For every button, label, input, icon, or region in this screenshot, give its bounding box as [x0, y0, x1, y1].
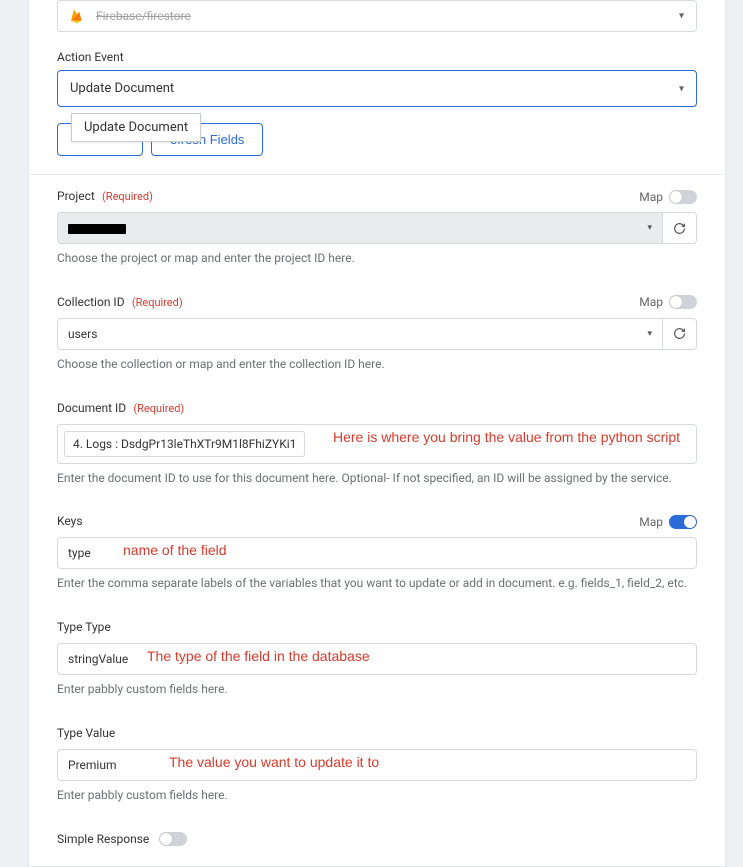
refresh-project-button[interactable] [663, 212, 697, 244]
collection-help: Choose the collection or map and enter t… [57, 356, 697, 373]
field-project: Project (Required) Map ▾ Choose the proj… [57, 189, 697, 267]
type-type-label: Type Type [57, 620, 111, 634]
annotation-type-type: The type of the field in the database [147, 648, 370, 664]
project-help: Choose the project or map and enter the … [57, 250, 697, 267]
project-label: Project [57, 189, 95, 203]
required-tag: (Required) [132, 296, 183, 309]
field-collection: Collection ID (Required) Map users ▾ Cho… [57, 295, 697, 373]
map-toggle-project[interactable] [669, 190, 697, 204]
map-label: Map [639, 295, 663, 309]
firebase-icon [68, 7, 86, 25]
simple-response-toggle[interactable] [159, 832, 187, 846]
keys-help: Enter the comma separate labels of the v… [57, 575, 697, 592]
keys-label: Keys [57, 514, 83, 528]
map-label: Map [639, 190, 663, 204]
field-type-value: Type Value Premium The value you want to… [57, 726, 697, 804]
chevron-down-icon: ▾ [679, 11, 684, 22]
map-toggle-collection[interactable] [669, 295, 697, 309]
collection-value: users [68, 327, 97, 341]
document-chip: 4. Logs : DsdgPr13leThXTr9M1l8FhiZYKi1 [64, 431, 305, 457]
map-label: Map [639, 515, 663, 529]
keys-value: type [68, 546, 91, 560]
document-label: Document ID [57, 401, 126, 415]
chevron-down-icon: ▾ [647, 223, 652, 233]
annotation-keys: name of the field [123, 542, 227, 558]
action-event-select[interactable]: Update Document ▾ [57, 70, 697, 107]
project-select[interactable]: ▾ [57, 212, 663, 244]
field-type-type: Type Type stringValue The type of the fi… [57, 620, 697, 698]
document-help: Enter the document ID to use for this do… [57, 470, 697, 487]
required-tag: (Required) [133, 402, 184, 415]
field-simple-response: Simple Response [29, 832, 725, 846]
annotation-document: Here is where you bring the value from t… [333, 429, 680, 445]
type-type-value: stringValue [68, 652, 128, 666]
field-keys: Keys Map type name of the field Enter th… [57, 514, 697, 592]
annotation-type-value: The value you want to update it to [169, 754, 379, 770]
project-value-redacted [68, 224, 126, 234]
chevron-down-icon: ▾ [679, 83, 684, 94]
required-tag: (Required) [102, 190, 153, 203]
chevron-down-icon: ▾ [647, 329, 652, 339]
type-value-value: Premium [68, 758, 116, 772]
action-event-label: Action Event [57, 50, 697, 64]
field-document: Document ID (Required) 4. Logs : DsdgPr1… [57, 401, 697, 487]
collection-label: Collection ID [57, 295, 125, 309]
action-event-value: Update Document [70, 81, 174, 96]
tooltip: Update Document [71, 113, 201, 142]
map-toggle-keys[interactable] [669, 515, 697, 529]
app-name: Firebase/firestore [96, 9, 191, 23]
simple-response-label: Simple Response [57, 832, 149, 846]
collection-select[interactable]: users ▾ [57, 318, 663, 350]
type-type-help: Enter pabbly custom fields here. [57, 681, 697, 698]
app-select[interactable]: Firebase/firestore ▾ [57, 0, 697, 32]
type-value-help: Enter pabbly custom fields here. [57, 787, 697, 804]
refresh-collection-button[interactable] [663, 318, 697, 350]
